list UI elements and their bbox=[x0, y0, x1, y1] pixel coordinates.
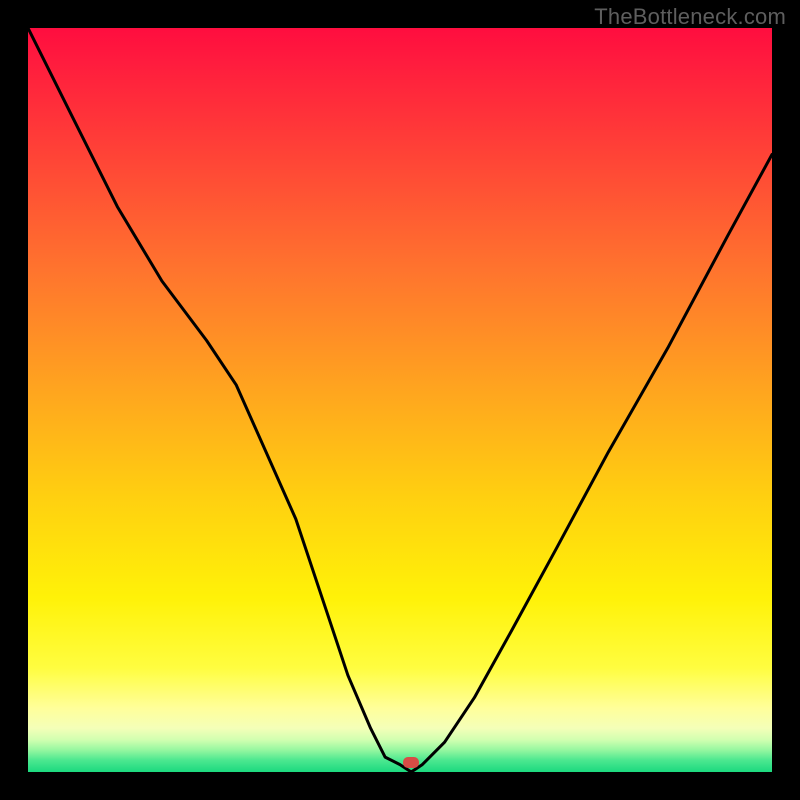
chart-frame: TheBottleneck.com bbox=[0, 0, 800, 800]
bottleneck-curve bbox=[28, 28, 772, 772]
watermark-text: TheBottleneck.com bbox=[594, 4, 786, 30]
optimal-point-marker bbox=[403, 757, 419, 768]
plot-area bbox=[28, 28, 772, 772]
